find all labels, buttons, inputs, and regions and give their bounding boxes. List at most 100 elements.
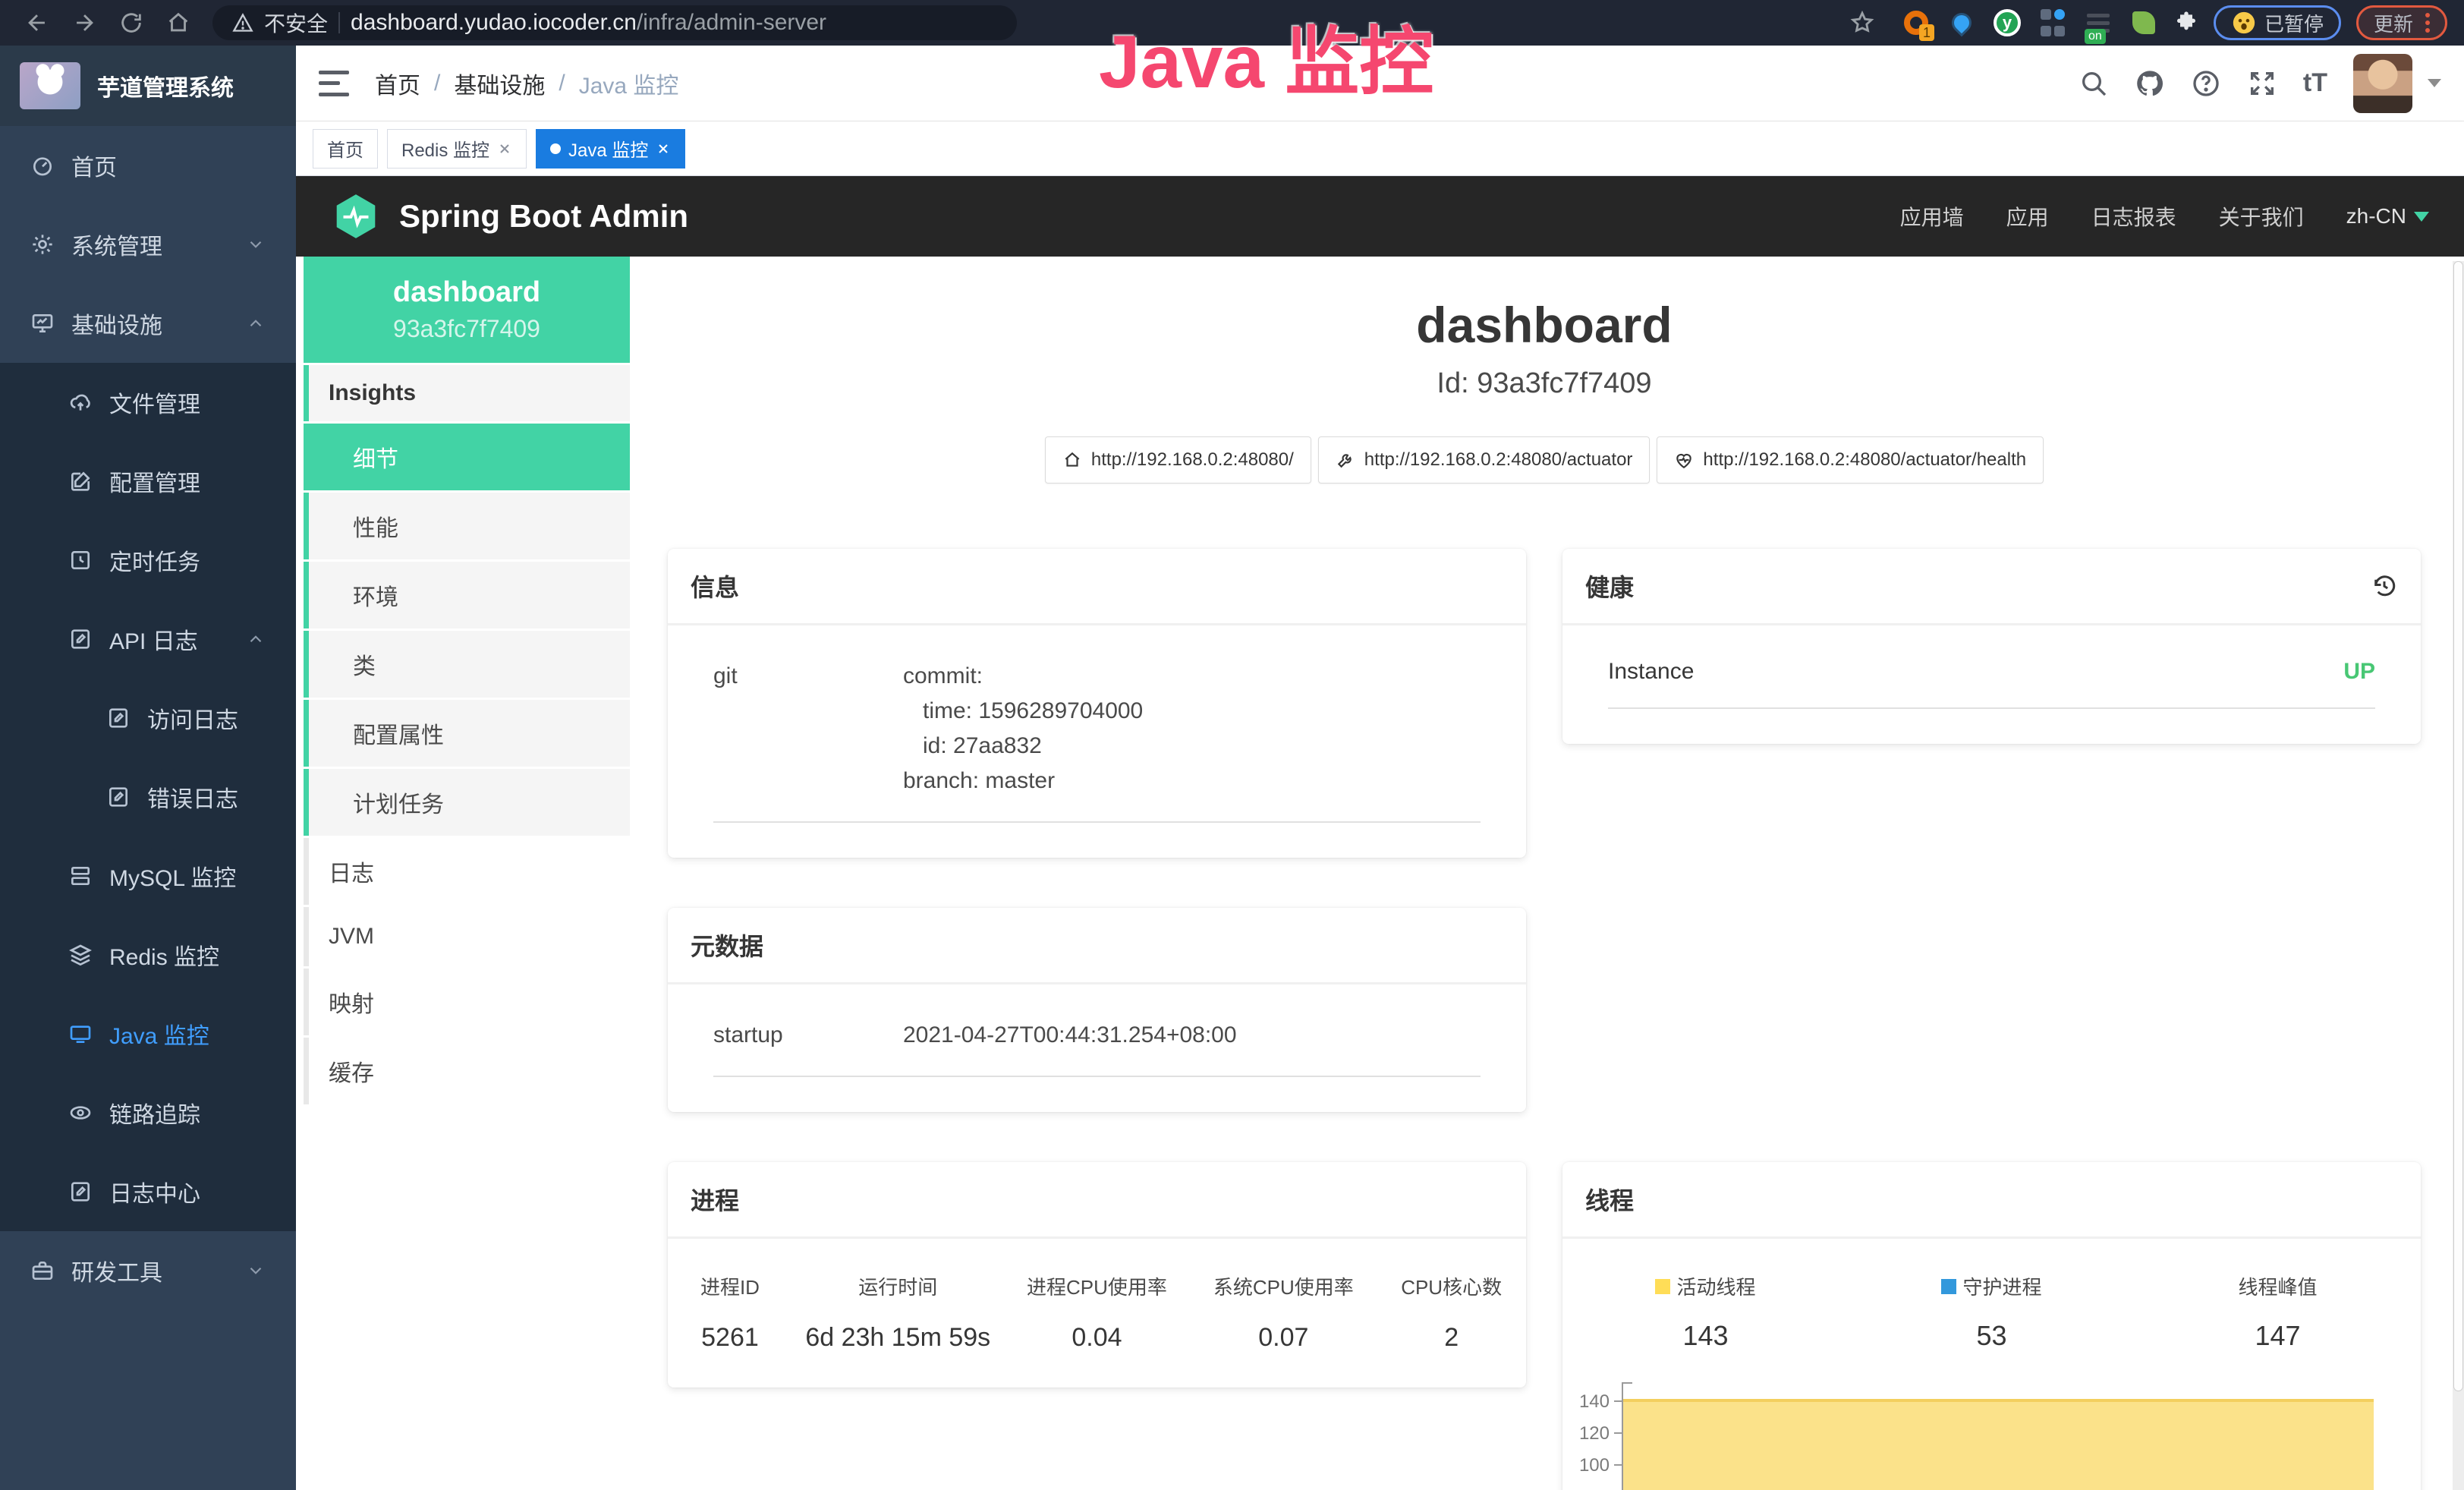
scrollbar-track[interactable] bbox=[2453, 261, 2464, 1490]
extension-badge: 1 bbox=[1919, 24, 1934, 41]
profile-avatar-emoji bbox=[2231, 10, 2257, 36]
sidebar-item-config-management[interactable]: 配置管理 bbox=[0, 442, 296, 521]
sba-nav-about[interactable]: 关于我们 bbox=[2219, 201, 2304, 232]
monitor-icon bbox=[30, 311, 55, 335]
sidebar-item-java-monitor[interactable]: Java 监控 bbox=[0, 994, 296, 1073]
job-clock-icon bbox=[68, 548, 93, 572]
active-tab-dot bbox=[550, 143, 561, 154]
tab-java-monitor[interactable]: Java 监控 bbox=[536, 129, 685, 169]
process-col-sys-cpu: 系统CPU使用率 bbox=[1190, 1272, 1377, 1300]
threads-live-stat: 活动线程 143 bbox=[1562, 1272, 1849, 1352]
sidebar-item-scheduled-jobs[interactable]: 定时任务 bbox=[0, 521, 296, 600]
sidebar-item-file-management[interactable]: 文件管理 bbox=[0, 363, 296, 442]
address-bar[interactable]: 不安全 dashboard.yudao.iocoder.cn/infra/adm… bbox=[212, 5, 1017, 40]
sidebar-item-log-center[interactable]: 日志中心 bbox=[0, 1152, 296, 1231]
instance-name: dashboard bbox=[311, 276, 622, 309]
process-val-cores: 2 bbox=[1377, 1323, 1526, 1353]
sidebar-item-tracing[interactable]: 链路追踪 bbox=[0, 1073, 296, 1152]
sba-menu-metrics[interactable]: 性能 bbox=[304, 493, 630, 559]
page-url[interactable]: dashboard.yudao.iocoder.cn/infra/admin-s… bbox=[351, 10, 826, 36]
browser-forward-icon[interactable] bbox=[71, 10, 97, 36]
security-warning-icon[interactable] bbox=[232, 12, 253, 33]
sidebar-item-api-log[interactable]: API 日志 bbox=[0, 600, 296, 679]
browser-update-button[interactable]: 更新 bbox=[2356, 5, 2447, 40]
wrench-icon bbox=[1336, 450, 1355, 470]
health-history-icon[interactable] bbox=[2371, 572, 2398, 600]
layers-icon bbox=[68, 943, 93, 967]
sidebar-item-infrastructure[interactable]: 基础设施 bbox=[0, 284, 296, 363]
search-icon[interactable] bbox=[2079, 68, 2109, 99]
browser-menu-dots-icon[interactable] bbox=[2425, 13, 2430, 33]
close-icon[interactable] bbox=[497, 141, 512, 156]
browser-back-icon[interactable] bbox=[24, 10, 50, 36]
sidebar-item-access-log[interactable]: 访问日志 bbox=[0, 679, 296, 758]
scrollbar-thumb[interactable] bbox=[2453, 261, 2463, 1391]
extension-y-icon[interactable]: y bbox=[1992, 8, 2022, 38]
server-icon bbox=[68, 864, 93, 888]
health-url-button[interactable]: http://192.168.0.2:48080/actuator/health bbox=[1657, 436, 2044, 484]
info-row-value: commit: time: 1596289704000 id: 27aa832 … bbox=[903, 659, 1143, 799]
extension-grid-icon[interactable] bbox=[2038, 8, 2068, 38]
browser-reload-icon[interactable] bbox=[118, 10, 144, 36]
help-icon[interactable] bbox=[2191, 68, 2221, 99]
chevron-down-icon bbox=[246, 235, 266, 254]
sidebar-item-redis-monitor[interactable]: Redis 监控 bbox=[0, 915, 296, 994]
service-url-button[interactable]: http://192.168.0.2:48080/ bbox=[1045, 436, 1311, 484]
app-logo-row[interactable]: 芋道管理系统 bbox=[0, 46, 296, 126]
process-col-proc-cpu: 进程CPU使用率 bbox=[1004, 1272, 1191, 1300]
spring-boot-admin-logo bbox=[331, 191, 381, 241]
extension-pin-icon[interactable] bbox=[1946, 8, 1977, 38]
close-icon[interactable] bbox=[656, 141, 671, 156]
sba-menu-classes[interactable]: 类 bbox=[304, 631, 630, 698]
profile-paused-chip[interactable]: 已暂停 bbox=[2214, 5, 2341, 40]
browser-home-icon[interactable] bbox=[165, 10, 191, 36]
sba-menu-jvm[interactable]: JVM bbox=[304, 907, 630, 966]
screenshot-root: Java 监控 不安全 dashboard.yudao.iocoder.cn/i… bbox=[0, 0, 2464, 1490]
user-menu-caret-icon[interactable] bbox=[2428, 79, 2441, 87]
sidebar-item-system[interactable]: 系统管理 bbox=[0, 205, 296, 284]
sba-nav-journal[interactable]: 日志报表 bbox=[2091, 201, 2176, 232]
info-git-row: git commit: time: 1596289704000 id: 27aa… bbox=[668, 659, 1526, 799]
sba-nav: 应用墙 应用 日志报表 关于我们 zh-CN bbox=[1900, 201, 2429, 232]
extension-list-icon[interactable]: on bbox=[2083, 8, 2113, 38]
extension-ring-icon[interactable]: 1 bbox=[1901, 8, 1931, 38]
sba-menu-config-props[interactable]: 配置属性 bbox=[304, 700, 630, 767]
sba-nav-applications[interactable]: 应用 bbox=[2006, 201, 2049, 232]
bookmark-star-icon[interactable] bbox=[1849, 10, 1875, 36]
process-val-pid: 5261 bbox=[668, 1323, 792, 1353]
sba-menu-scheduled-tasks[interactable]: 计划任务 bbox=[304, 769, 630, 836]
breadcrumb: 首页 / 基础设施 / Java 监控 bbox=[375, 67, 678, 100]
sidebar-item-error-log[interactable]: 错误日志 bbox=[0, 758, 296, 836]
sba-menu-environment[interactable]: 环境 bbox=[304, 562, 630, 628]
github-icon[interactable] bbox=[2135, 68, 2165, 99]
sidebar-item-mysql-monitor[interactable]: MySQL 监控 bbox=[0, 836, 296, 915]
extension-on-badge: on bbox=[2085, 29, 2106, 44]
briefcase-icon bbox=[30, 1258, 55, 1283]
breadcrumb-home[interactable]: 首页 bbox=[375, 67, 420, 100]
breadcrumb-infrastructure[interactable]: 基础设施 bbox=[454, 67, 545, 100]
chart-y-axis: 140 120 100 bbox=[1562, 1382, 1622, 1490]
sba-locale-select[interactable]: zh-CN bbox=[2346, 204, 2429, 228]
sba-menu-mappings[interactable]: 映射 bbox=[304, 969, 630, 1035]
sidebar-item-home[interactable]: 首页 bbox=[0, 126, 296, 205]
actuator-url-button[interactable]: http://192.168.0.2:48080/actuator bbox=[1318, 436, 1651, 484]
sba-menu-details[interactable]: 细节 bbox=[304, 424, 630, 490]
font-size-icon[interactable]: tT bbox=[2303, 68, 2327, 98]
security-label: 不安全 bbox=[264, 8, 328, 38]
update-label: 更新 bbox=[2374, 9, 2413, 37]
sba-nav-wallboard[interactable]: 应用墙 bbox=[1900, 201, 1964, 232]
tab-redis-monitor[interactable]: Redis 监控 bbox=[387, 129, 527, 169]
extensions-puzzle-icon[interactable] bbox=[2174, 11, 2198, 35]
extension-leaf-icon[interactable] bbox=[2129, 8, 2159, 38]
threads-peak-stat: 线程峰值 147 bbox=[2135, 1272, 2421, 1352]
fullscreen-icon[interactable] bbox=[2247, 68, 2277, 99]
instance-id: 93a3fc7f7409 bbox=[311, 315, 622, 343]
sidebar-toggle-icon[interactable] bbox=[319, 71, 349, 96]
sba-menu-logs[interactable]: 日志 bbox=[304, 838, 630, 905]
tags-view-bar: 首页 Redis 监控 Java 监控 bbox=[296, 121, 2464, 176]
sba-menu-caches[interactable]: 缓存 bbox=[304, 1038, 630, 1104]
sidebar-item-dev-tools[interactable]: 研发工具 bbox=[0, 1231, 296, 1310]
user-avatar[interactable] bbox=[2353, 54, 2412, 113]
tab-home[interactable]: 首页 bbox=[313, 129, 378, 169]
edit-doc-icon bbox=[106, 785, 131, 809]
